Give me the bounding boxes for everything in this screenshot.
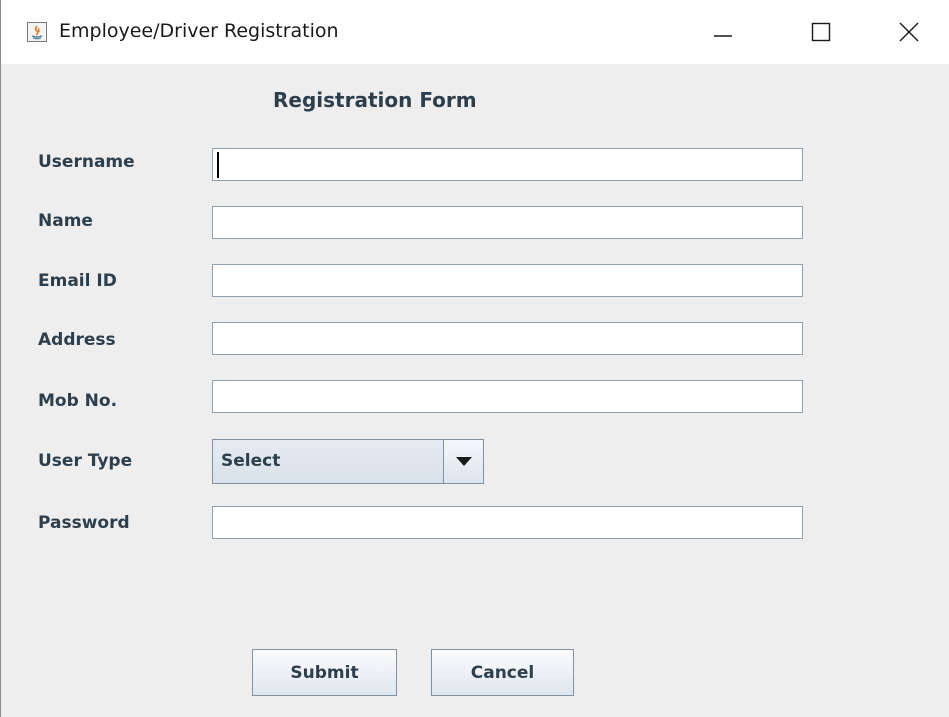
password-input[interactable] [212, 506, 803, 539]
text-caret [217, 152, 219, 178]
username-label: Username [38, 152, 135, 172]
name-input[interactable] [212, 206, 803, 239]
java-icon [27, 22, 47, 42]
user-type-selected-value: Select [221, 451, 281, 471]
chevron-down-icon [455, 456, 472, 467]
minimize-icon [713, 22, 733, 42]
cancel-button[interactable]: Cancel [431, 649, 574, 696]
title-bar[interactable]: Employee/Driver Registration [1, 0, 949, 64]
user-type-select[interactable]: Select [212, 439, 484, 484]
maximize-icon [811, 22, 831, 42]
address-input[interactable] [212, 322, 803, 355]
user-type-label: User Type [38, 451, 133, 471]
password-label: Password [38, 513, 130, 533]
form-title: Registration Form [273, 88, 477, 112]
window-title: Employee/Driver Registration [59, 20, 339, 42]
dropdown-arrow-button[interactable] [443, 440, 483, 483]
maximize-button[interactable] [775, 0, 867, 64]
email-input[interactable] [212, 264, 803, 297]
close-icon [898, 21, 920, 43]
close-button[interactable] [863, 0, 949, 64]
minimize-button[interactable] [677, 0, 769, 64]
username-input[interactable] [212, 148, 803, 181]
registration-window: Employee/Driver Registration Registratio… [0, 0, 949, 717]
submit-button[interactable]: Submit [252, 649, 397, 696]
mobile-label: Mob No. [38, 391, 118, 411]
address-label: Address [38, 330, 116, 350]
mobile-input[interactable] [212, 380, 803, 413]
name-label: Name [38, 211, 93, 231]
email-label: Email ID [38, 271, 117, 291]
